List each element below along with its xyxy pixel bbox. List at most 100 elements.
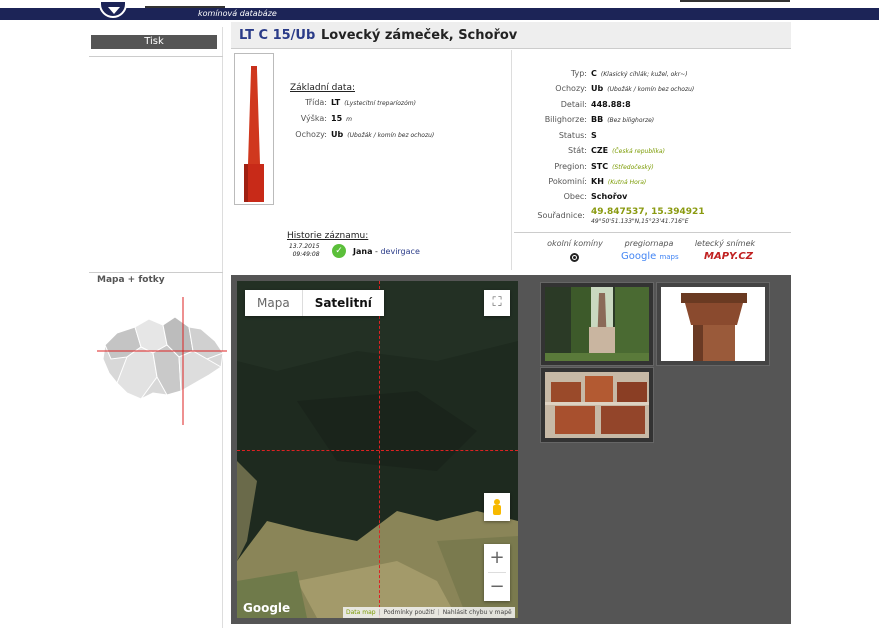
- photo: [545, 372, 649, 438]
- photo-thumbnail[interactable]: [540, 282, 654, 366]
- map-data-link[interactable]: Data map: [343, 607, 379, 618]
- map-type-satellite-button[interactable]: Satelitní: [301, 290, 384, 316]
- chimney-shade: [693, 325, 703, 361]
- detail-value: BB: [591, 115, 604, 124]
- coordinates-dms: 49°50'51.133"N,15°23'41.716"E: [591, 218, 689, 225]
- google-watermark: Google: [243, 601, 291, 615]
- crosshair-horizontal: [237, 450, 518, 451]
- photo-image: [661, 287, 765, 361]
- info-panel: Základní data: Třída: LT (Lystecitní trepa…: [231, 50, 791, 270]
- mapycz-logo[interactable]: MAPY.CZ: [704, 251, 753, 262]
- detail-value: KH: [591, 177, 604, 186]
- basic-value: 15: [331, 114, 343, 123]
- czech-overview-map[interactable]: [97, 297, 227, 425]
- brick: [555, 406, 595, 434]
- brick: [601, 406, 645, 434]
- history-date: 13.7.2015: [289, 243, 320, 250]
- detail-row: Pokominí: KH (Kutná Hora): [513, 177, 646, 186]
- history-entry: Jana - devirgace: [353, 247, 420, 256]
- detail-row: Stát: CZE (Česká republika): [513, 146, 665, 155]
- detail-row: Obec: Schořov: [513, 192, 631, 201]
- mortar: [545, 402, 649, 405]
- detail-label: Status:: [558, 131, 587, 140]
- detail-desc[interactable]: (Kutná Hora): [608, 179, 646, 186]
- detail-label: Typ:: [570, 69, 587, 78]
- history-user[interactable]: Jana: [353, 247, 372, 256]
- map-photos-label: Mapa + fotky: [97, 275, 165, 285]
- chimney-name: Lovecký zámeček, Schořov: [321, 28, 518, 43]
- chimney-illustration: [234, 53, 274, 205]
- detail-desc: (Bez bilighorze): [607, 117, 655, 124]
- grass: [545, 353, 649, 361]
- divider: [511, 50, 512, 270]
- detail-label: Obec:: [563, 192, 587, 201]
- history-time: 09:49:08: [292, 251, 320, 258]
- detail-desc: (Ubožák / komín bez ochozu): [607, 86, 695, 93]
- photo-thumbnail[interactable]: [540, 367, 654, 443]
- detail-value: Schořov: [591, 192, 628, 201]
- photo-thumbnail[interactable]: [656, 282, 770, 366]
- street-view-pegman-icon[interactable]: [484, 493, 510, 521]
- detail-value: CZE: [591, 146, 609, 155]
- detail-label: Bilighorze:: [544, 115, 587, 124]
- google-logo-text: Google: [621, 251, 657, 262]
- pegman-body: [493, 505, 501, 515]
- basic-row: Výška: 15 m: [287, 114, 352, 123]
- zoom-out-button[interactable]: −: [484, 573, 510, 601]
- building: [589, 327, 615, 357]
- detail-row: Pregion: STC (Středočeský): [513, 162, 654, 171]
- pregion-map-link[interactable]: pregiornapa: [619, 239, 679, 248]
- check-icon: ✓: [332, 244, 346, 258]
- detail-value: C: [591, 69, 597, 78]
- zoom-in-button[interactable]: +: [484, 544, 510, 572]
- site-logo[interactable]: [145, 0, 225, 8]
- zoom-control: + −: [484, 544, 510, 601]
- detail-row: Typ: C (Klasický cihlák; kužel, okr~): [513, 69, 688, 78]
- basic-value: Ub: [331, 130, 344, 139]
- basic-desc: (Lystecitní treparíozóm): [344, 100, 416, 107]
- basic-value: LT: [331, 98, 341, 107]
- detail-desc[interactable]: (Středočeský): [612, 164, 654, 171]
- detail-value: STC: [591, 162, 609, 171]
- chevron-down-icon: [108, 7, 120, 14]
- basic-row: Ochozy: Ub (Ubožák / komín bez ochozu): [287, 130, 434, 139]
- site-subtitle: komínová databáze: [198, 9, 277, 18]
- basic-data-heading: Základní data:: [290, 83, 355, 93]
- detail-label: Stát:: [568, 146, 587, 155]
- detail-row: Status: S: [513, 131, 601, 140]
- map-type-map-button[interactable]: Mapa: [245, 290, 302, 316]
- fullscreen-icon[interactable]: ⛶: [484, 290, 510, 316]
- coordinates-label: Souřadnice:: [537, 211, 585, 220]
- chimney-code: LT C 15/Ub: [239, 28, 316, 43]
- history-action: devirgace: [380, 247, 420, 256]
- report-error-link[interactable]: Nahlásit chybu v mapě: [440, 607, 515, 618]
- search-field[interactable]: [680, 0, 790, 2]
- photo-image: [545, 287, 649, 361]
- terms-link[interactable]: Podmínky použití: [381, 607, 438, 618]
- detail-desc[interactable]: (Česká republika): [612, 148, 665, 155]
- coordinates-decimal: 49.847537, 15.394921: [591, 207, 705, 217]
- divider: [89, 272, 223, 273]
- basic-label: Výška:: [300, 114, 327, 123]
- brick: [585, 376, 613, 402]
- photo: [661, 287, 765, 361]
- google-maps-logo[interactable]: Google maps: [621, 251, 679, 262]
- detail-value: 448.88:8: [591, 100, 631, 109]
- brick: [617, 382, 647, 402]
- nearby-chimneys-link[interactable]: okolní komíny: [545, 239, 605, 248]
- chimney-shaft: [248, 70, 260, 164]
- google-logo-sub: maps: [659, 253, 679, 261]
- aerial-photo-link[interactable]: letecký snímek: [689, 239, 761, 248]
- map-type-switch: Mapa Satelitní: [245, 290, 384, 316]
- print-button[interactable]: Tisk: [91, 35, 217, 49]
- left-sidebar: Tisk Mapa + fotky: [89, 27, 227, 628]
- photo-image: [545, 372, 649, 438]
- detail-label: Pokominí:: [548, 177, 587, 186]
- history-timestamp: 13.7.2015 09:49:08: [289, 243, 320, 259]
- satellite-map[interactable]: Mapa Satelitní ⛶ + − Google Data map | Pod…: [237, 281, 518, 618]
- detail-row: Bilighorze: BB (Bez bilighorze): [513, 115, 654, 124]
- target-icon[interactable]: [570, 253, 579, 262]
- detail-value: Ub: [591, 84, 604, 93]
- basic-row: Třída: LT (Lystecitní treparíozóm): [287, 98, 416, 107]
- basic-desc: m: [346, 116, 352, 123]
